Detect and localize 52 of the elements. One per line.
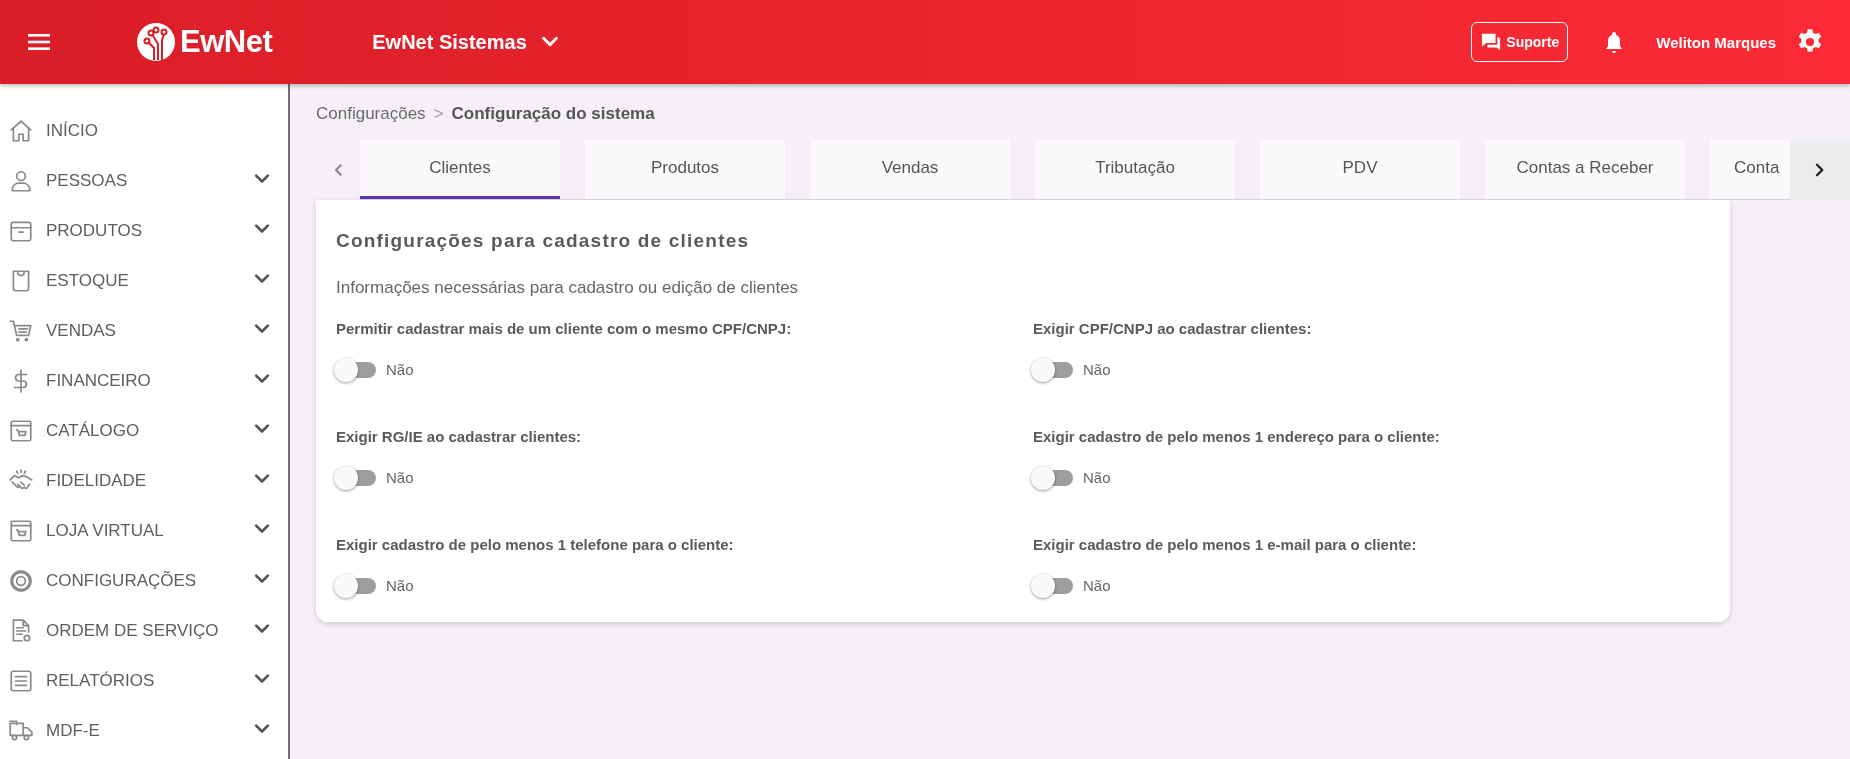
- sidebar-item[interactable]: VENDAS: [0, 306, 288, 356]
- setting-label: Exigir cadastro de pelo menos 1 endereço para o cliente:: [1033, 428, 1441, 445]
- card-subtitle: Informações necessárias para cadastro ou edição de clientes: [336, 278, 800, 298]
- truck-icon: [8, 718, 34, 744]
- house-icon: [8, 118, 34, 144]
- card-title: Configurações para cadastro de clientes: [336, 230, 751, 252]
- tab[interactable]: Conta: [1710, 140, 1790, 199]
- breadcrumb-separator: >: [433, 104, 444, 124]
- person-icon: [8, 168, 34, 194]
- setting-label: Permitir cadastrar mais de um cliente com o mesmo CPF/CNPJ:: [336, 320, 793, 337]
- box-icon: [8, 218, 34, 244]
- storefront-icon: [8, 418, 34, 444]
- breadcrumb-current: Configuração do sistema: [451, 104, 655, 124]
- toggle-value: Não: [386, 577, 414, 594]
- sidebar-item[interactable]: CONFIGURAÇÕES: [0, 556, 288, 606]
- storefront-icon: [8, 518, 34, 544]
- menu-icon[interactable]: [28, 33, 50, 51]
- sidebar-item[interactable]: FIDELIDADE: [0, 456, 288, 506]
- sidebar-item[interactable]: LOJA VIRTUAL: [0, 506, 288, 556]
- toggle-value: Não: [386, 469, 414, 486]
- sidebar-item[interactable]: INÍCIO: [0, 106, 288, 156]
- sidebar-item[interactable]: ESTOQUE: [0, 256, 288, 306]
- sidebar-item[interactable]: PESSOAS: [0, 156, 288, 206]
- sidebar-item[interactable]: MDF-E: [0, 706, 288, 756]
- sidebar-item[interactable]: RELATÓRIOS: [0, 656, 288, 706]
- tab[interactable]: Tributação: [1035, 140, 1235, 199]
- user-name[interactable]: Weliton Marques: [1656, 33, 1776, 51]
- toggle-value: Não: [1083, 361, 1111, 378]
- cart-icon: [8, 318, 34, 344]
- chat-bubbles-icon: [1480, 32, 1503, 52]
- sidebar-item[interactable]: CATÁLOGO: [0, 406, 288, 456]
- brand-name: EwNet: [180, 24, 273, 60]
- company-selector[interactable]: EwNet Sistemas: [372, 30, 561, 54]
- tab[interactable]: Clientes: [360, 140, 560, 199]
- sidebar-item[interactable]: PRODUTOS: [0, 206, 288, 256]
- sidebar-item[interactable]: FINANCEIRO: [0, 356, 288, 406]
- toggle-value: Não: [1083, 577, 1111, 594]
- setting-label: Exigir cadastro de pelo menos 1 telefone para o cliente:: [336, 536, 735, 553]
- list-icon: [8, 668, 34, 694]
- tab[interactable]: Produtos: [585, 140, 785, 199]
- tab[interactable]: Contas a Receber: [1485, 140, 1685, 199]
- tab[interactable]: PDV: [1260, 140, 1460, 199]
- circuit-logo-icon: [136, 22, 176, 62]
- sidebar-item[interactable]: ORDEM DE SERVIÇO: [0, 606, 288, 656]
- support-button[interactable]: Suporte: [1471, 22, 1569, 62]
- tab[interactable]: Vendas: [810, 140, 1010, 199]
- breadcrumb-link[interactable]: Configurações: [316, 104, 426, 124]
- setting-label: Exigir RG/IE ao cadastrar clientes:: [336, 428, 583, 445]
- toggle-value: Não: [1083, 469, 1111, 486]
- toggle-value: Não: [386, 361, 414, 378]
- setting-label: Exigir cadastro de pelo menos 1 e-mail para o cliente:: [1033, 536, 1418, 553]
- setting-label: Exigir CPF/CNPJ ao cadastrar clientes:: [1033, 320, 1313, 337]
